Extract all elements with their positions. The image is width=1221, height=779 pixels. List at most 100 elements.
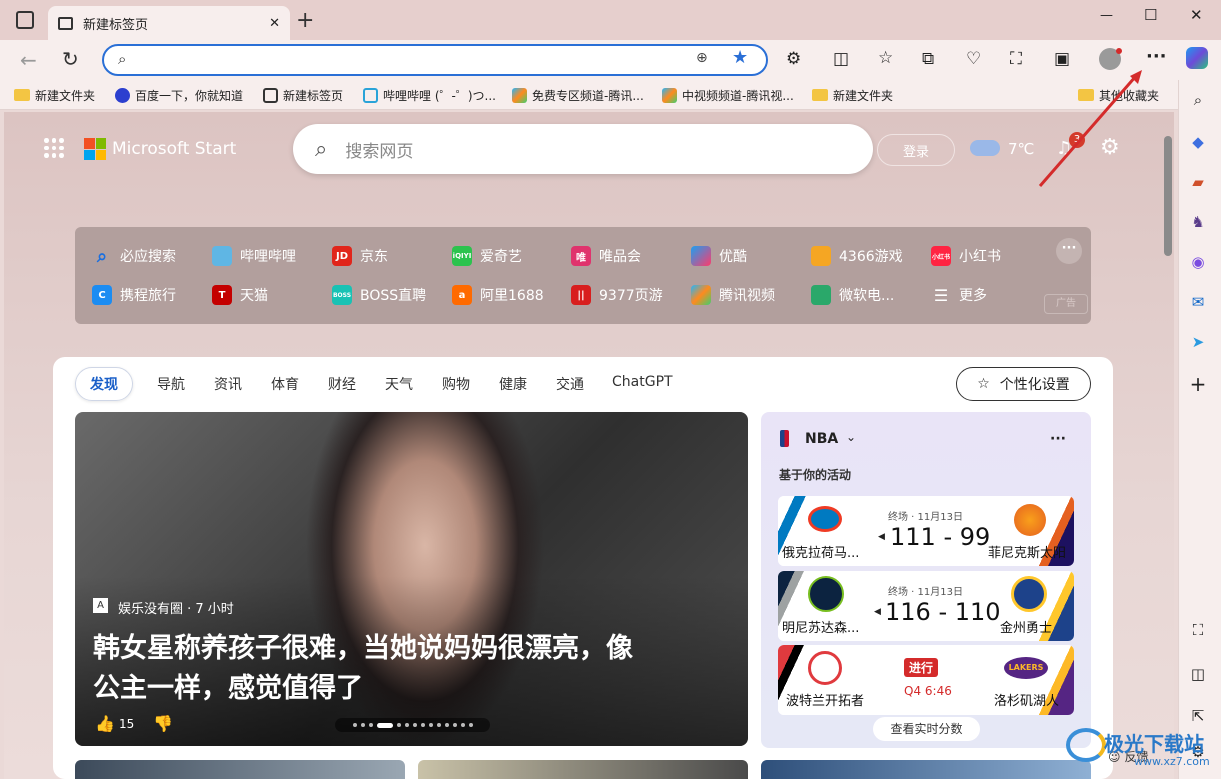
new-tab-button[interactable]: + xyxy=(296,8,314,33)
tab-discover[interactable]: 发现 xyxy=(75,367,133,401)
bookmark-item[interactable]: 免费专区频道-腾讯... xyxy=(512,84,644,106)
quick-link[interactable]: BOSS BOSS直聘 xyxy=(332,285,426,305)
web-search-box[interactable]: ⌕ 搜索网页 xyxy=(293,124,873,174)
article-source[interactable]: 娱乐没有圈 · 7 小时 xyxy=(118,598,234,617)
tab-title: 新建标签页 xyxy=(83,17,149,33)
quick-link[interactable]: 优酷 xyxy=(691,246,747,266)
browser-essentials-icon[interactable]: ♡ xyxy=(966,49,981,69)
next-article-card[interactable] xyxy=(75,760,405,779)
timberwolves-logo-icon xyxy=(808,576,844,612)
scrollbar-thumb[interactable] xyxy=(1164,136,1172,256)
zoom-icon[interactable]: ⊕ xyxy=(696,50,708,66)
tab-traffic[interactable]: 交通 xyxy=(556,374,584,394)
sidebar-toggle-icon[interactable]: ▣ xyxy=(1054,49,1070,69)
more-menu-button[interactable]: ··· xyxy=(1146,46,1167,67)
live-scores-button[interactable]: 查看实时分数 xyxy=(873,717,980,741)
copilot-icon[interactable] xyxy=(1186,47,1208,69)
bookmark-item[interactable]: 新建标签页 xyxy=(263,84,343,106)
thunder-logo-icon xyxy=(808,506,842,532)
carousel-dots[interactable] xyxy=(335,718,490,732)
next-article-card[interactable] xyxy=(761,760,1091,779)
favorites-icon[interactable]: ☆ xyxy=(878,48,893,68)
tab-finance[interactable]: 财经 xyxy=(328,374,356,394)
tab-chatgpt[interactable]: ChatGPT xyxy=(612,374,673,390)
article-headline-2[interactable]: 公主一样，感觉值得了 xyxy=(93,666,363,705)
close-window-button[interactable]: ✕ xyxy=(1190,6,1203,24)
extensions-icon[interactable]: ⚙ xyxy=(786,49,801,69)
split-screen-icon[interactable]: ◫ xyxy=(833,49,849,69)
screenshot-icon[interactable]: ⛶ xyxy=(1186,618,1210,642)
add-icon[interactable]: + xyxy=(1186,372,1210,396)
active-tab[interactable]: 新建标签页 ✕ xyxy=(48,6,290,40)
away-team: 金州勇士 xyxy=(1000,621,1053,636)
quick-link[interactable]: a 阿里1688 xyxy=(452,285,544,305)
quick-links-more-icon[interactable]: ··· xyxy=(1056,238,1082,264)
tab-health[interactable]: 健康 xyxy=(499,374,527,394)
quick-link[interactable]: 小红书 小红书 xyxy=(931,246,1001,266)
quick-link[interactable]: C 携程旅行 xyxy=(92,285,176,305)
tools-icon[interactable]: ▰ xyxy=(1186,170,1210,194)
quick-link[interactable]: ⌕ 必应搜索 xyxy=(92,246,176,267)
dislike-icon[interactable]: 👎 xyxy=(153,714,173,733)
maximize-button[interactable]: ☐ xyxy=(1144,6,1157,24)
bookmark-item[interactable]: 新建文件夹 xyxy=(14,84,95,106)
login-button[interactable]: 登录 xyxy=(877,134,955,166)
brand-name[interactable]: Microsoft Start xyxy=(112,139,236,159)
outlook-icon[interactable]: ✉ xyxy=(1186,290,1210,314)
like-icon[interactable]: 👍 xyxy=(95,714,115,733)
next-article-card[interactable] xyxy=(418,760,748,779)
games-icon[interactable]: ♞ xyxy=(1186,210,1210,234)
quick-link[interactable]: iQIYI 爱奇艺 xyxy=(452,246,522,266)
screenshot-icon[interactable]: ⛶ xyxy=(1010,49,1022,69)
profile-dot xyxy=(1116,48,1122,54)
bookmark-item[interactable]: 百度一下，你就知道 xyxy=(115,84,243,106)
quick-link[interactable]: 哔哩哔哩 xyxy=(212,246,296,266)
apps-launcher-icon[interactable] xyxy=(44,138,64,158)
tab-sports[interactable]: 体育 xyxy=(271,374,299,394)
refresh-icon[interactable]: ↻ xyxy=(62,47,79,71)
bookmark-item[interactable]: 中视频频道-腾讯视... xyxy=(662,84,794,106)
game-card[interactable]: 终场 · 11月13日 ◀ 111 - 99 俄克拉荷马... 菲尼克斯太阳 xyxy=(778,496,1074,566)
quick-link-label: BOSS直聘 xyxy=(360,288,427,304)
minimize-button[interactable]: — xyxy=(1100,8,1113,23)
tab-weather[interactable]: 天气 xyxy=(385,374,413,394)
close-tab-icon[interactable]: ✕ xyxy=(269,16,280,31)
article-headline-1[interactable]: 韩女星称养孩子很难，当她说妈妈很漂亮，像 xyxy=(93,626,633,665)
nba-more-icon[interactable]: ··· xyxy=(1050,431,1066,447)
tab-actions-icon[interactable] xyxy=(16,11,34,29)
search-icon[interactable]: ⌕ xyxy=(1186,88,1210,112)
bookmark-item[interactable]: 新建文件夹 xyxy=(812,84,893,106)
collections-icon[interactable]: ⧉ xyxy=(922,49,934,69)
favorite-star-icon[interactable]: ★ xyxy=(732,47,748,68)
quick-link-label: 京东 xyxy=(360,249,388,265)
chevron-down-icon[interactable]: ⌄ xyxy=(846,430,856,444)
iqiyi-icon: iQIYI xyxy=(452,246,472,266)
tab-nav[interactable]: 导航 xyxy=(157,374,185,394)
quick-link-more[interactable]: ☰ 更多 xyxy=(931,285,987,305)
quick-link[interactable]: T 天猫 xyxy=(212,285,268,305)
quick-link[interactable]: JD 京东 xyxy=(332,246,388,266)
quick-link-label: 阿里1688 xyxy=(480,288,544,304)
personalize-button[interactable]: ☆ 个性化设置 xyxy=(956,367,1091,401)
bookmark-item[interactable]: 哔哩哔哩 (゜-゜)つ... xyxy=(363,84,496,106)
weather-cloud-icon[interactable] xyxy=(970,140,1000,156)
tab-news[interactable]: 资讯 xyxy=(214,374,242,394)
address-bar[interactable]: ⌕ ⊕ ★ xyxy=(102,44,768,76)
nba-title[interactable]: NBA xyxy=(805,431,838,447)
quick-link[interactable]: || 9377页游 xyxy=(571,285,663,305)
quick-link[interactable]: 4366游戏 xyxy=(811,246,903,266)
send-icon[interactable]: ➤ xyxy=(1186,330,1210,354)
panel-icon[interactable]: ◫ xyxy=(1186,662,1210,686)
game-card[interactable]: 终场 · 11月13日 ◀ 116 - 110 明尼苏达森... 金州勇士 xyxy=(778,571,1074,641)
tab-shopping[interactable]: 购物 xyxy=(442,374,470,394)
quick-link[interactable]: 唯唯品会 xyxy=(571,246,641,266)
office-icon[interactable]: ◉ xyxy=(1186,250,1210,274)
quick-link[interactable]: 微软电... xyxy=(811,285,894,305)
quick-link[interactable]: 腾讯视频 xyxy=(691,285,775,305)
game-card[interactable]: LAKERS 进行 Q4 6:46 波特兰开拓者 洛杉矶湖人 xyxy=(778,645,1074,715)
back-icon[interactable]: ← xyxy=(20,48,37,72)
open-external-icon[interactable]: ⇱ xyxy=(1186,704,1210,728)
shopping-tag-icon[interactable]: ◆ xyxy=(1186,130,1210,154)
source-logo-icon: A xyxy=(93,598,108,613)
bookmark-label: 百度一下，你就知道 xyxy=(135,88,244,103)
